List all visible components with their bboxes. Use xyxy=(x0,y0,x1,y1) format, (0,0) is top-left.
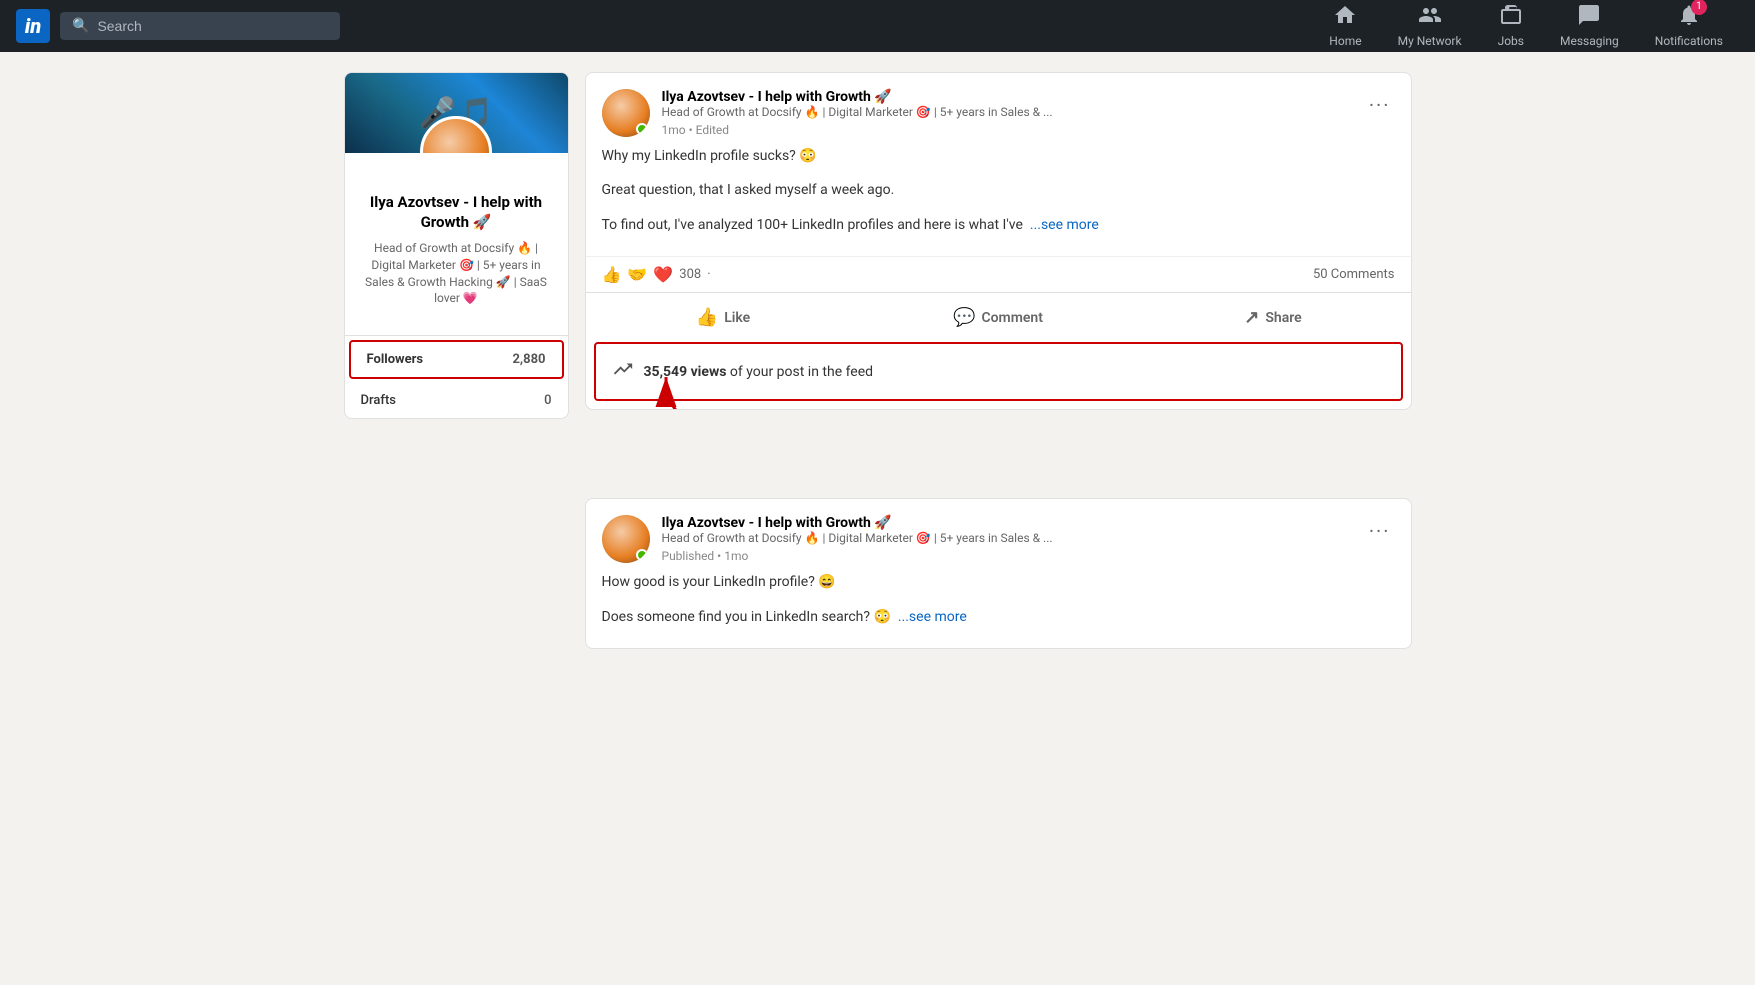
post-meta-1: 1mo • Edited xyxy=(662,123,1353,137)
search-input[interactable] xyxy=(97,18,328,34)
profile-avatar xyxy=(420,116,492,153)
avatar-image xyxy=(423,119,489,153)
post-line-2-1: How good is your LinkedIn profile? 😄 xyxy=(602,571,1395,593)
post-text-2: How good is your LinkedIn profile? 😄 Doe… xyxy=(602,571,1395,628)
post-actions-1: 👍 Like 💬 Comment ↗ Share xyxy=(586,292,1411,342)
post-header-1: Ilya Azovtsev - I help with Growth 🚀 Hea… xyxy=(586,73,1411,145)
post-author-info-1: Ilya Azovtsev - I help with Growth 🚀 Hea… xyxy=(662,89,1353,137)
like-icon: 👍 xyxy=(696,307,718,328)
post-body-2: How good is your LinkedIn profile? 😄 Doe… xyxy=(586,571,1411,648)
profile-headline: Head of Growth at Docsify 🔥 | Digital Ma… xyxy=(361,240,552,307)
post-author-headline-2: Head of Growth at Docsify 🔥 | Digital Ma… xyxy=(662,531,1353,547)
see-more-link-2[interactable]: ...see more xyxy=(898,609,967,625)
nav-item-messaging[interactable]: Messaging xyxy=(1544,0,1635,54)
drafts-value: 0 xyxy=(544,393,551,408)
like-reaction: 👍 xyxy=(602,265,622,284)
share-label: Share xyxy=(1265,310,1301,326)
notifications-icon: 1 xyxy=(1677,3,1701,32)
jobs-icon xyxy=(1499,3,1523,32)
post-more-menu-2[interactable]: ··· xyxy=(1365,515,1395,547)
like-label: Like xyxy=(724,310,750,326)
clap-reaction: 🤝 xyxy=(627,265,647,284)
views-icon xyxy=(612,358,634,385)
post-text-1: Why my LinkedIn profile sucks? 😳 Great q… xyxy=(602,145,1395,236)
linkedin-logo[interactable]: in xyxy=(16,9,50,43)
views-text-1: 35,549 views of your post in the feed xyxy=(644,364,874,380)
post-more-menu-1[interactable]: ··· xyxy=(1365,89,1395,121)
profile-name: Ilya Azovtsev - I help with Growth 🚀 xyxy=(361,193,552,232)
nav-item-notifications[interactable]: 1 Notifications xyxy=(1639,0,1739,54)
comments-count-1[interactable]: 50 Comments xyxy=(1313,267,1395,282)
online-indicator-1 xyxy=(636,123,648,135)
see-more-link-1[interactable]: ...see more xyxy=(1030,217,1099,233)
post-card-1: Ilya Azovtsev - I help with Growth 🚀 Hea… xyxy=(585,72,1412,410)
post-author-name-1[interactable]: Ilya Azovtsev - I help with Growth 🚀 xyxy=(662,89,1353,105)
drafts-label: Drafts xyxy=(361,393,396,408)
jobs-label: Jobs xyxy=(1498,34,1524,48)
share-icon: ↗ xyxy=(1244,307,1259,328)
nav-item-network[interactable]: My Network xyxy=(1382,0,1478,54)
followers-stat[interactable]: Followers 2,880 xyxy=(349,340,564,379)
views-banner-1[interactable]: 35,549 views of your post in the feed xyxy=(594,342,1403,401)
nav-items: Home My Network Jobs Messaging xyxy=(1313,0,1739,54)
post-line-2: Great question, that I asked myself a we… xyxy=(602,179,1395,201)
post-author-headline-1: Head of Growth at Docsify 🔥 | Digital Ma… xyxy=(662,105,1353,121)
followers-label: Followers xyxy=(367,352,424,367)
heart-reaction: ❤️ xyxy=(653,265,673,284)
post-body-1: Why my LinkedIn profile sucks? 😳 Great q… xyxy=(586,145,1411,256)
home-icon xyxy=(1333,3,1357,32)
online-indicator-2 xyxy=(636,549,648,561)
post-author-name-2[interactable]: Ilya Azovtsev - I help with Growth 🚀 xyxy=(662,515,1353,531)
profile-banner: 🎤🎵 xyxy=(345,73,568,153)
post-avatar-1 xyxy=(602,89,650,137)
feed: Ilya Azovtsev - I help with Growth 🚀 Hea… xyxy=(585,72,1412,657)
messaging-label: Messaging xyxy=(1560,34,1619,48)
sidebar: 🎤🎵 Ilya Azovtsev - I help with Growth 🚀 … xyxy=(344,72,569,657)
nav-item-home[interactable]: Home xyxy=(1313,0,1377,54)
post-card-2: Ilya Azovtsev - I help with Growth 🚀 Hea… xyxy=(585,498,1412,649)
reaction-dot: · xyxy=(707,267,710,282)
nav-item-jobs[interactable]: Jobs xyxy=(1482,0,1540,54)
views-section: 35,549 views of your post in the feed xyxy=(586,342,1411,401)
post-line-3: To find out, I've analyzed 100+ LinkedIn… xyxy=(602,214,1395,236)
post-header-2: Ilya Azovtsev - I help with Growth 🚀 Hea… xyxy=(586,499,1411,571)
profile-avatar-wrapper xyxy=(420,116,492,153)
reaction-count-1: 308 xyxy=(679,267,701,282)
comment-label: Comment xyxy=(981,310,1042,326)
search-bar[interactable]: 🔍 xyxy=(60,12,340,40)
post-reactions-1: 👍 🤝 ❤️ 308 · 50 Comments xyxy=(586,256,1411,292)
post-avatar-2 xyxy=(602,515,650,563)
profile-stats: Followers 2,880 Drafts 0 xyxy=(345,335,568,418)
profile-info: Ilya Azovtsev - I help with Growth 🚀 Hea… xyxy=(345,153,568,323)
drafts-stat[interactable]: Drafts 0 xyxy=(345,383,568,418)
comment-button-1[interactable]: 💬 Comment xyxy=(861,297,1136,338)
comment-icon: 💬 xyxy=(953,307,975,328)
navbar: in 🔍 Home My Network Jobs xyxy=(0,0,1755,52)
messaging-icon xyxy=(1577,3,1601,32)
network-icon xyxy=(1418,3,1442,32)
like-button-1[interactable]: 👍 Like xyxy=(586,297,861,338)
share-button-1[interactable]: ↗ Share xyxy=(1136,297,1411,338)
notification-badge: 1 xyxy=(1691,0,1707,15)
home-label: Home xyxy=(1329,34,1361,48)
search-icon: 🔍 xyxy=(72,18,89,34)
post-meta-2: Published • 1mo xyxy=(662,549,1353,563)
notifications-label: Notifications xyxy=(1655,34,1723,48)
page-content: 🎤🎵 Ilya Azovtsev - I help with Growth 🚀 … xyxy=(328,52,1428,677)
profile-card: 🎤🎵 Ilya Azovtsev - I help with Growth 🚀 … xyxy=(344,72,569,419)
views-suffix-1: of your post in the feed xyxy=(730,364,873,380)
views-count-1: 35,549 views xyxy=(644,364,727,380)
post-line-1: Why my LinkedIn profile sucks? 😳 xyxy=(602,145,1395,167)
post-line-2-2: Does someone find you in LinkedIn search… xyxy=(602,606,1395,628)
post-author-info-2: Ilya Azovtsev - I help with Growth 🚀 Hea… xyxy=(662,515,1353,563)
followers-value: 2,880 xyxy=(512,352,545,367)
network-label: My Network xyxy=(1398,34,1462,48)
